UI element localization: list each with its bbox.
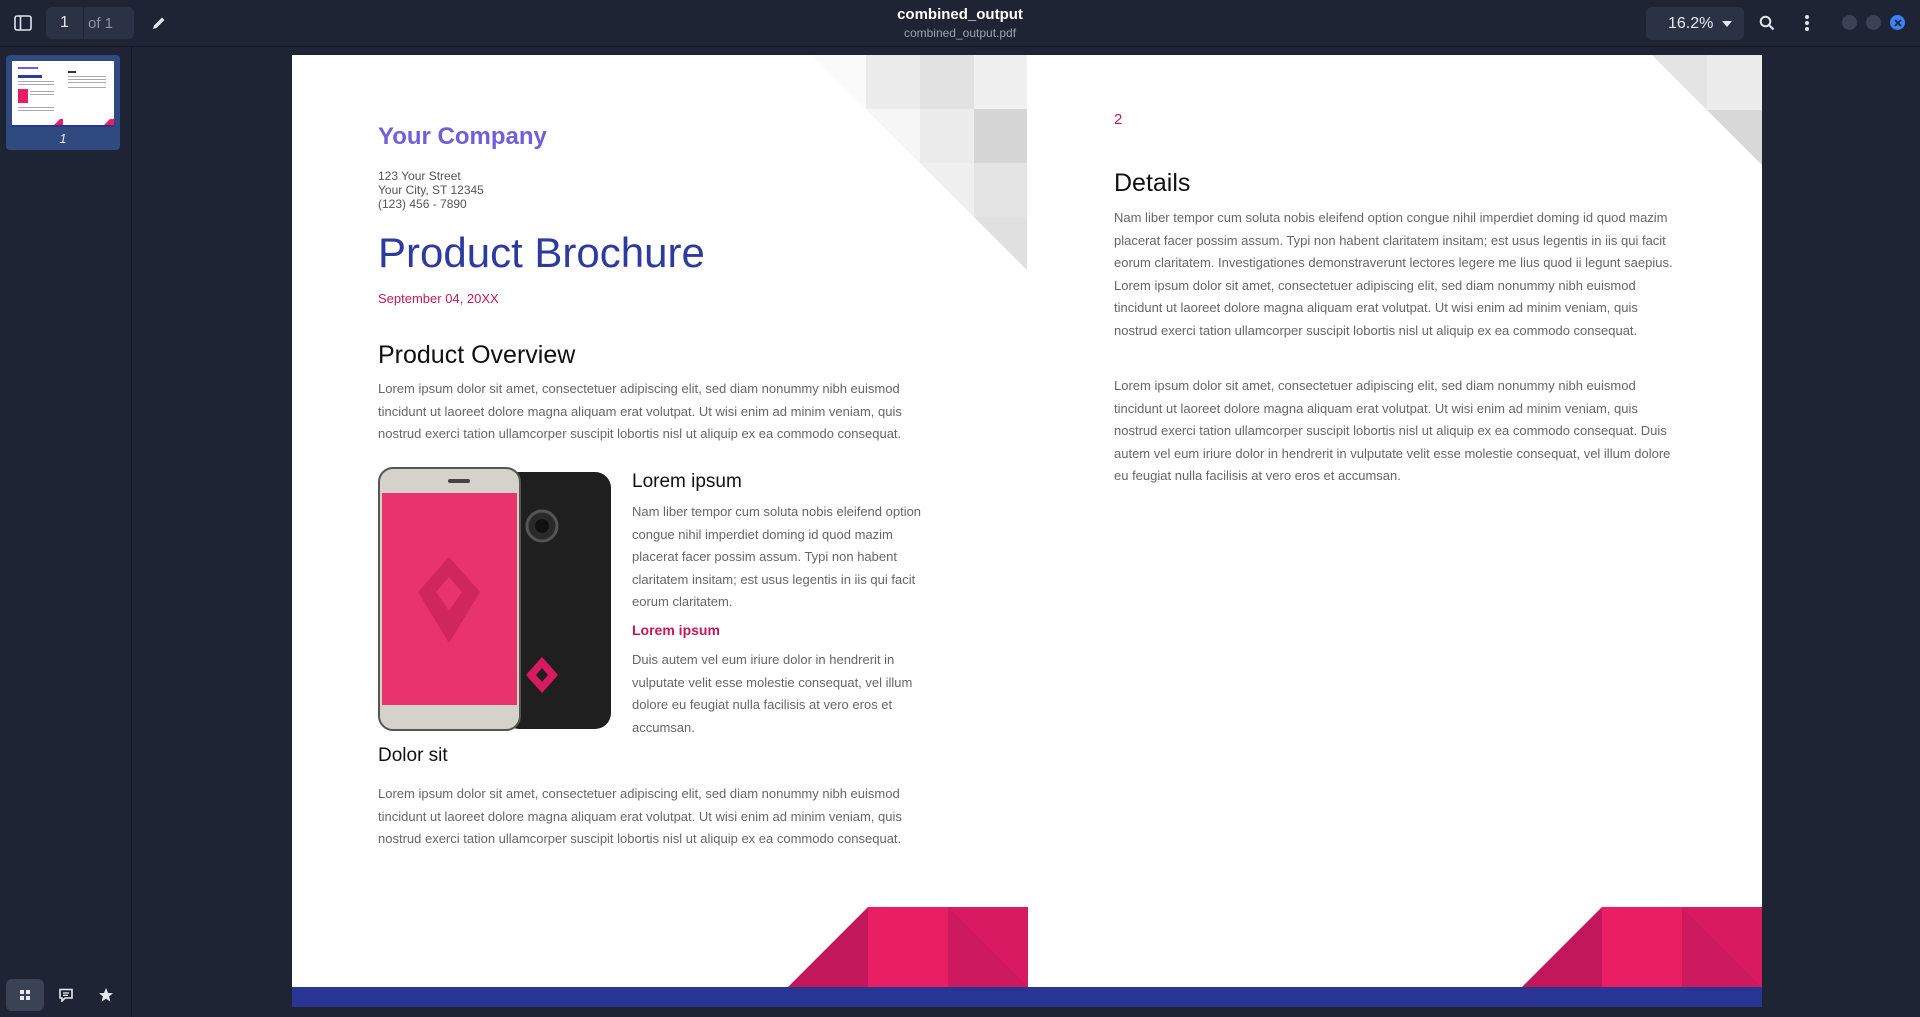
page-thumbnail[interactable]: 1 (6, 55, 120, 150)
search-button[interactable] (1752, 8, 1782, 38)
annotate-button[interactable] (144, 8, 174, 38)
more-options-button[interactable] (1792, 8, 1822, 38)
brochure-date: September 04, 20XX (378, 291, 499, 306)
decorative-pattern-top-right (1652, 55, 1762, 165)
address-line-2: Your City, ST 12345 (378, 183, 484, 197)
details-paragraph-1: Nam liber tempor cum soluta nobis eleife… (1114, 210, 1673, 338)
page-count: of 1 (88, 14, 114, 32)
thumbnails-tab[interactable] (6, 979, 44, 1011)
annotations-tab[interactable] (47, 979, 85, 1011)
page-navigator: 1 of 1 (46, 7, 134, 39)
sidebar-toggle-button[interactable] (6, 8, 40, 38)
zoom-select[interactable]: 16.2% (1646, 7, 1744, 40)
bookmarks-tab[interactable] (87, 979, 125, 1011)
minimize-button[interactable] (1842, 15, 1857, 30)
page-number-input[interactable]: 1 (46, 7, 84, 39)
thumbnail-preview (12, 61, 114, 127)
zoom-level: 16.2% (1668, 14, 1714, 32)
pencil-icon (153, 17, 165, 29)
lorem-subheading: Lorem ipsum (632, 622, 720, 638)
chevron-down-icon (1722, 21, 1732, 27)
details-paragraph-2: Lorem ipsum dolor sit amet, consectetuer… (1114, 378, 1671, 483)
brochure-title: Product Brochure (378, 229, 705, 276)
dolor-paragraph: Lorem ipsum dolor sit amet, consectetuer… (378, 786, 902, 846)
phone-number: (123) 456 - 7890 (378, 197, 467, 211)
toolbar: 1 of 1 combined_output combined_output.p… (0, 0, 1920, 47)
sidebar-toggle-icon (14, 15, 32, 31)
decorative-pattern-bottom-right (1522, 907, 1762, 987)
document-filename: combined_output.pdf (903, 26, 1017, 40)
grid-icon (20, 990, 30, 1000)
thumbnail-page-label: 1 (59, 131, 67, 146)
details-heading: Details (1114, 169, 1191, 197)
close-icon (1893, 18, 1902, 27)
overview-heading: Product Overview (378, 341, 576, 369)
phone-illustration (378, 467, 611, 731)
search-icon (1759, 15, 1775, 31)
comment-icon (59, 988, 73, 1002)
maximize-button[interactable] (1866, 15, 1881, 30)
lorem-sub-paragraph: Duis autem vel eum iriure dolor in hendr… (632, 652, 913, 735)
dolor-heading: Dolor sit (378, 745, 448, 766)
thumbnail-image (12, 67, 114, 127)
address-line-1: 123 Your Street (378, 169, 461, 183)
pdf-page: Your Company 123 Your Street Your City, … (292, 55, 1762, 1007)
star-icon (99, 988, 113, 1002)
overview-paragraph: Lorem ipsum dolor sit amet, consectetuer… (378, 381, 902, 441)
company-name: Your Company (378, 123, 547, 150)
decorative-pattern-top (812, 55, 1027, 270)
page-2-number: 2 (1114, 111, 1123, 128)
kebab-menu-icon (1805, 15, 1809, 31)
sidebar-bottom-bar (0, 973, 132, 1017)
page-footer-bar (292, 987, 1762, 1007)
close-button[interactable] (1890, 15, 1905, 30)
thumbnail-sidebar: 1 (0, 47, 132, 1017)
lorem-paragraph: Nam liber tempor cum soluta nobis eleife… (632, 504, 922, 609)
document-title: combined_output (897, 6, 1023, 23)
lorem-heading: Lorem ipsum (632, 471, 742, 492)
document-viewport[interactable]: Your Company 123 Your Street Your City, … (132, 47, 1920, 1017)
decorative-pattern-bottom-left (788, 907, 1028, 987)
